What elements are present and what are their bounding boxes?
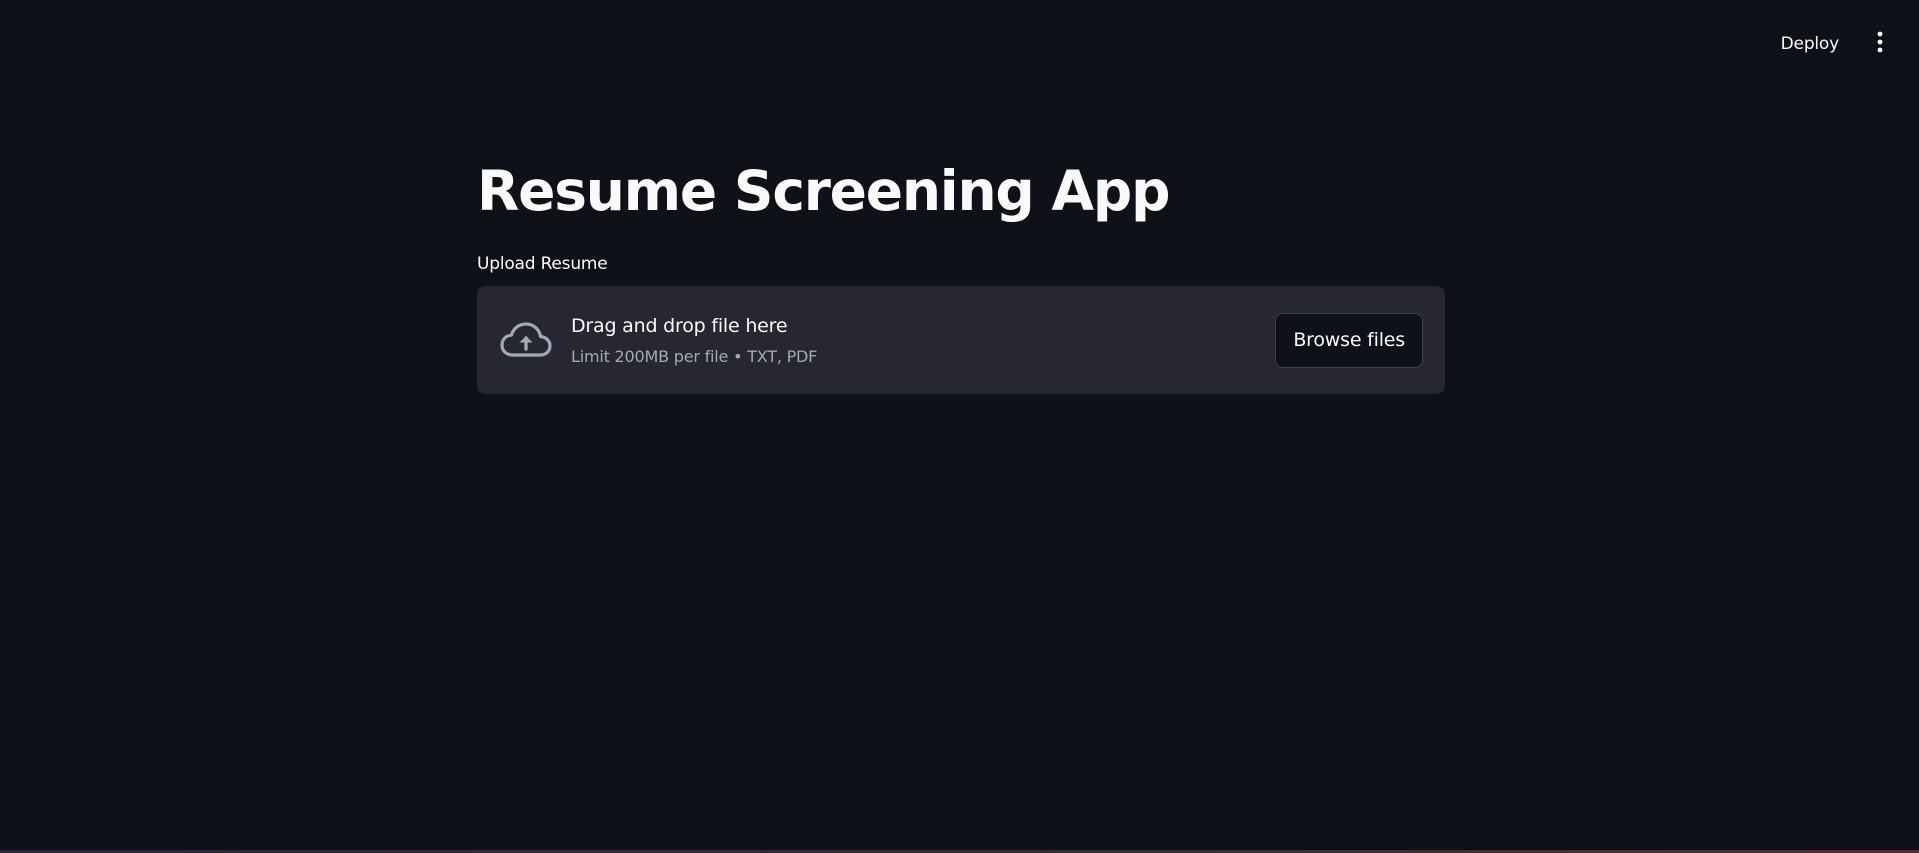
deploy-button[interactable]: Deploy [1771, 26, 1849, 62]
file-dropzone[interactable]: Drag and drop file here Limit 200MB per … [477, 286, 1445, 394]
main-menu-button[interactable] [1867, 29, 1893, 59]
browse-files-button[interactable]: Browse files [1275, 312, 1423, 368]
vertical-ellipsis-icon [1877, 31, 1883, 56]
dropzone-instruction: Drag and drop file here [571, 315, 788, 337]
dropzone-limit-text: Limit 200MB per file • TXT, PDF [571, 347, 818, 366]
uploader-label: Upload Resume [477, 254, 608, 274]
app-toolbar: Deploy [1771, 0, 1919, 87]
page-title: Resume Screening App [477, 159, 1170, 223]
cloud-upload-icon [499, 320, 553, 360]
main-content: Resume Screening App Upload Resume Drag … [477, 150, 1445, 394]
dropzone-text: Drag and drop file here Limit 200MB per … [571, 313, 1275, 367]
